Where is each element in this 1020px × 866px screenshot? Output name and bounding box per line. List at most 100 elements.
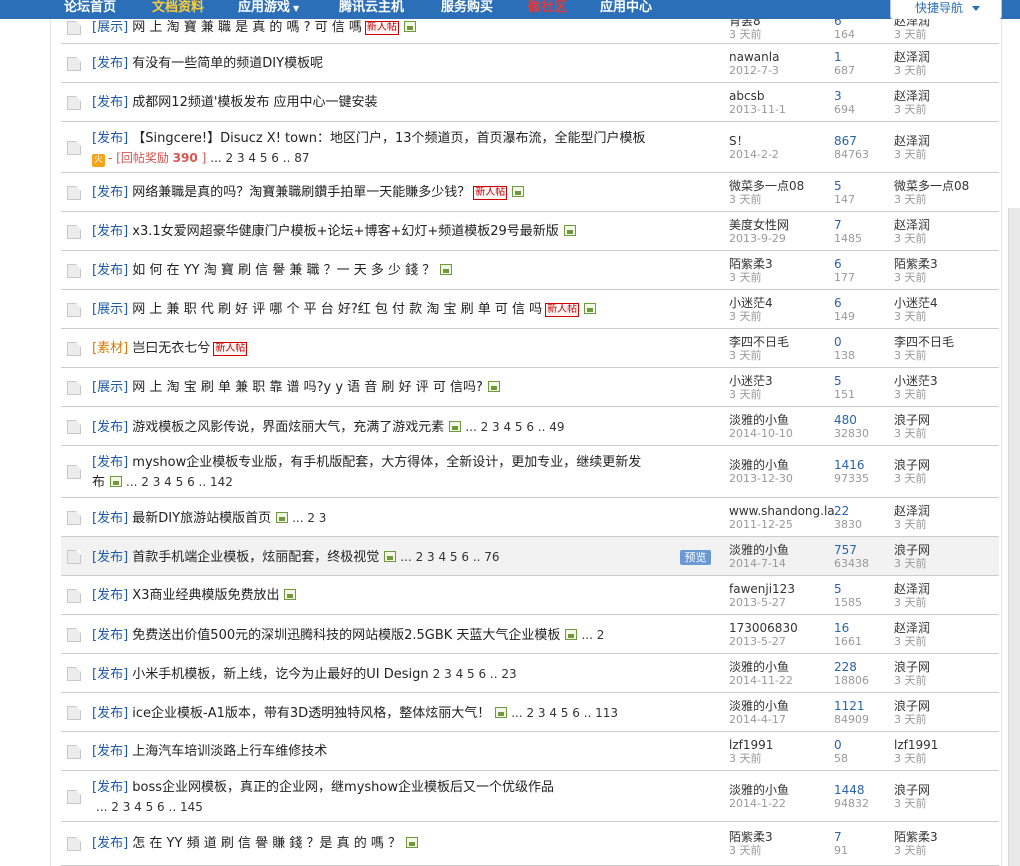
thread-type-link[interactable]: [发布] (92, 455, 128, 470)
last-poster-link[interactable]: 陌紫柔3 (894, 258, 938, 271)
folder-icon[interactable] (67, 420, 81, 434)
last-post-time[interactable]: 3 天前 (894, 193, 927, 206)
thread-author-link[interactable]: 小迷茫4 (729, 297, 773, 310)
reply-count[interactable]: 16 (834, 622, 849, 635)
folder-icon[interactable] (67, 141, 81, 155)
reply-count[interactable]: 22 (834, 505, 849, 518)
reply-count[interactable]: 7 (834, 831, 842, 844)
reply-count[interactable]: 757 (834, 544, 857, 557)
reply-count[interactable]: 3 (834, 90, 842, 103)
reply-count[interactable]: 7 (834, 219, 842, 232)
thread-author-link[interactable]: 淡雅的小鱼 (729, 700, 789, 713)
last-poster-link[interactable]: 赵泽润 (894, 135, 930, 148)
last-post-time[interactable]: 3 天前 (894, 472, 927, 485)
last-post-time[interactable]: 3 天前 (894, 635, 927, 648)
thread-title-link[interactable]: boss企业网模板，真正的企业网，继myshow企业模板后又一个优级作品 (132, 780, 554, 795)
reply-count[interactable]: 1121 (834, 700, 865, 713)
thread-type-link[interactable]: [发布] (92, 550, 128, 565)
page-links[interactable]: 2 3 4 5 6 .. 23 (433, 667, 517, 681)
thread-type-link[interactable]: [发布] (92, 224, 128, 239)
thread-type-link[interactable]: [发布] (92, 56, 128, 71)
thread-title-link[interactable]: 最新DIY旅游站模版首页 (132, 511, 271, 526)
folder-icon[interactable] (67, 303, 81, 317)
last-poster-link[interactable]: 赵泽润 (894, 90, 930, 103)
last-post-time[interactable]: 3 天前 (894, 752, 927, 765)
last-poster-link[interactable]: 赵泽润 (894, 51, 930, 64)
last-poster-link[interactable]: 浪子网 (894, 661, 930, 674)
last-poster-link[interactable]: 浪子网 (894, 414, 930, 427)
page-links[interactable]: ... 2 3 (292, 511, 326, 525)
last-poster-link[interactable]: 赵泽润 (894, 583, 930, 596)
thread-title-link[interactable]: 免费送出价值500元的深圳迅腾科技的网站模版2.5GBK 天蓝大气企业模板 (132, 628, 560, 643)
folder-icon[interactable] (67, 745, 81, 759)
folder-icon[interactable] (67, 186, 81, 200)
last-poster-link[interactable]: 小迷茫3 (894, 375, 938, 388)
last-post-time[interactable]: 3 天前 (894, 310, 927, 323)
last-poster-link[interactable]: 微菜多一点08 (894, 180, 969, 193)
last-post-time[interactable]: 3 天前 (894, 797, 927, 810)
reply-count[interactable]: 0 (834, 336, 842, 349)
thread-title-link[interactable]: myshow企业模板专业版，有手机版配套，大方得体，全新设计，更加专业，继续更新… (132, 455, 641, 470)
scrollbar[interactable] (1008, 208, 1020, 866)
thread-title-link[interactable]: 上海汽车培训淡路上行车维修技术 (132, 744, 327, 759)
last-poster-link[interactable]: 浪子网 (894, 700, 930, 713)
last-post-time[interactable]: 3 天前 (894, 271, 927, 284)
last-poster-link[interactable]: 赵泽润 (894, 219, 930, 232)
thread-title-link[interactable]: 网 上 淘 寶 兼 職 是 真 的 嗎 ? 可 信 嗎 (132, 20, 362, 35)
reply-count[interactable]: 1 (834, 51, 842, 64)
thread-type-link[interactable]: [素材] (92, 341, 128, 356)
thread-author-link[interactable]: 陌紫柔3 (729, 831, 773, 844)
thread-type-link[interactable]: [发布] (92, 780, 128, 795)
thread-title-link[interactable]: 小米手机模板，新上线，讫今为止最好的UI Design (132, 667, 428, 682)
thread-author-link[interactable]: 淡雅的小鱼 (729, 661, 789, 674)
thread-title-link[interactable]: 怎 在 YY 頻 道 刷 信 譽 賺 錢 ？是 真 的 嗎 ？ (132, 836, 401, 851)
thread-type-link[interactable]: [展示] (92, 380, 128, 395)
reply-count[interactable]: 6 (834, 297, 842, 310)
page-links[interactable]: ... 2 (581, 628, 604, 642)
reply-count[interactable]: 5 (834, 583, 842, 596)
thread-type-link[interactable]: [发布] (92, 667, 128, 682)
thread-type-link[interactable]: [发布] (92, 628, 128, 643)
last-poster-link[interactable]: 小迷茫4 (894, 297, 938, 310)
last-post-time[interactable]: 3 天前 (894, 518, 927, 531)
thread-type-link[interactable]: [发布] (92, 131, 128, 146)
folder-icon[interactable] (67, 550, 81, 564)
reply-count[interactable]: 867 (834, 135, 857, 148)
quick-nav-button[interactable]: 快捷导航 (890, 0, 1002, 19)
last-poster-link[interactable]: 陌紫柔3 (894, 831, 938, 844)
thread-type-link[interactable]: [发布] (92, 588, 128, 603)
thread-author-link[interactable]: S！ (729, 135, 749, 148)
folder-icon[interactable] (67, 706, 81, 720)
last-post-time[interactable]: 3 天前 (894, 596, 927, 609)
last-post-time[interactable]: 3 天前 (894, 103, 927, 116)
page-links[interactable]: ... 2 3 4 5 6 .. 49 (465, 420, 564, 434)
last-poster-link[interactable]: 赵泽润 (894, 505, 930, 518)
page-links[interactable]: ... 2 3 4 5 6 .. 145 (96, 800, 203, 814)
nav-item[interactable]: 文档资料 (152, 0, 204, 19)
last-post-time[interactable]: 3 天前 (894, 427, 927, 440)
folder-icon[interactable] (67, 21, 81, 35)
folder-icon[interactable] (67, 225, 81, 239)
thread-title-link[interactable]: 网 上 淘 宝 刷 单 兼 职 靠 谱 吗?y y 语 音 刷 好 评 可 信吗… (132, 380, 483, 395)
reply-count[interactable]: 5 (834, 375, 842, 388)
thread-author-link[interactable]: 小迷茫3 (729, 375, 773, 388)
last-post-time[interactable]: 3 天前 (894, 557, 927, 570)
nav-item[interactable]: 腾讯云主机 (339, 0, 404, 19)
nav-item[interactable]: 微社区 (528, 0, 567, 19)
thread-title-link[interactable]: 有没有一些简单的频道DIY模板呢 (132, 56, 323, 71)
last-poster-link[interactable]: 浪子网 (894, 544, 930, 557)
folder-icon[interactable] (67, 342, 81, 356)
thread-author-link[interactable]: nawanla (729, 51, 779, 64)
thread-type-link[interactable]: [发布] (92, 744, 128, 759)
page-links[interactable]: ... 2 3 4 5 6 .. 87 (210, 151, 309, 165)
last-poster-link[interactable]: 赵泽润 (894, 622, 930, 635)
thread-title-link[interactable]: x3.1女爱网超豪华健康门户模板+论坛+博客+幻灯+频道模板29号最新版 (132, 224, 558, 239)
last-poster-link[interactable]: 李四不日毛 (894, 336, 954, 349)
last-post-time[interactable]: 3 天前 (894, 349, 927, 362)
thread-title-link[interactable]: 网络兼職是真的吗？淘寶兼職刷鑽手拍單一天能賺多少钱？ (132, 185, 470, 200)
reply-count[interactable]: 228 (834, 661, 857, 674)
folder-icon[interactable] (67, 96, 81, 110)
thread-title-link[interactable]: 成都网12频道'模板发布 应用中心一键安装 (132, 95, 377, 110)
thread-title-continued[interactable]: 布 (92, 475, 105, 490)
last-post-time[interactable]: 3 天前 (894, 674, 927, 687)
